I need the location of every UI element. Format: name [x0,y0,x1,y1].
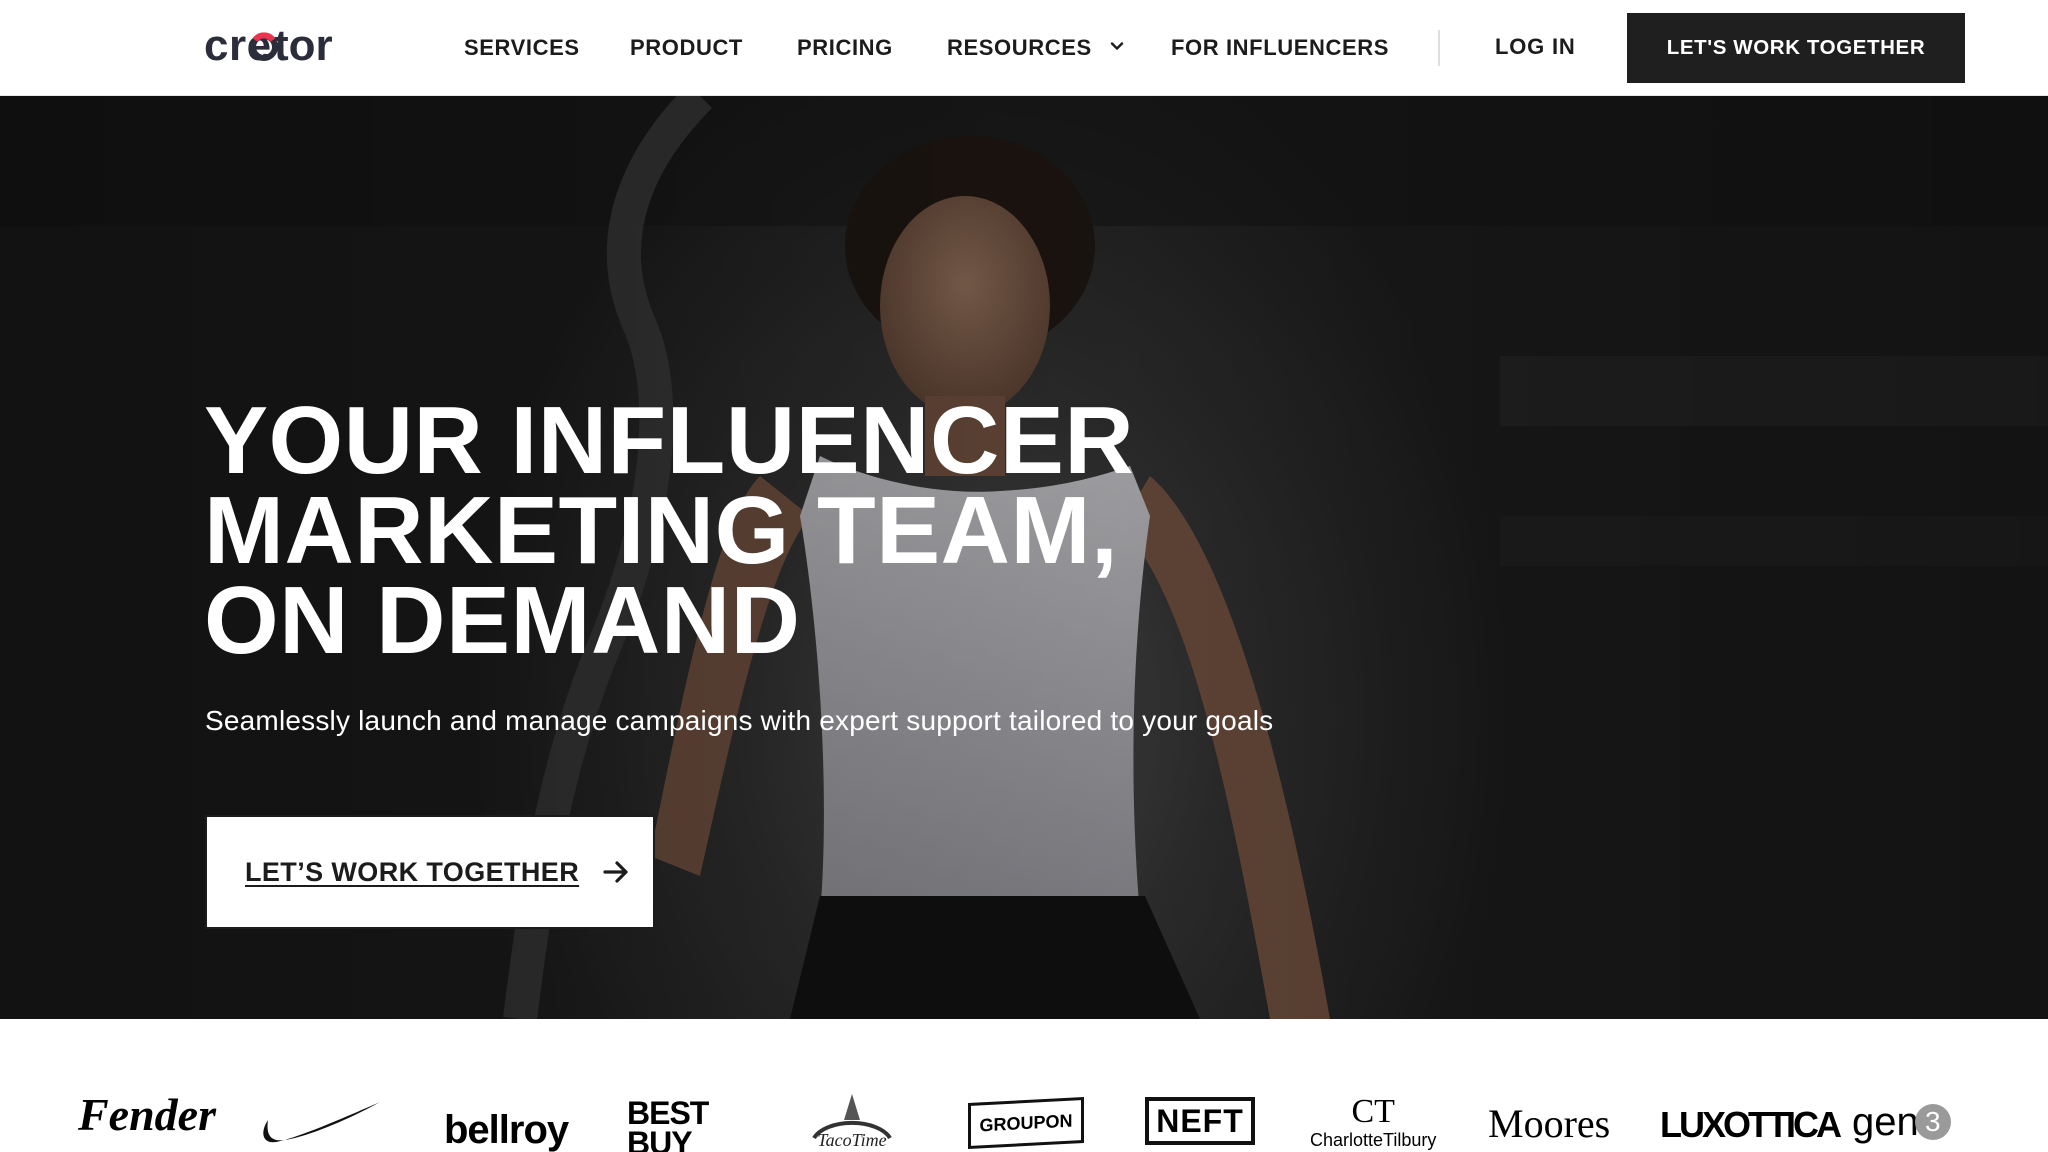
best-buy-line-2: BUY [627,1125,693,1152]
nav-product[interactable]: PRODUCT [630,34,743,62]
nav-resources-label: RESOURCES [947,35,1092,60]
hero-section: YOUR INFLUENCER MARKETING TEAM, ON DEMAN… [0,96,2048,1019]
hero-title: YOUR INFLUENCER MARKETING TEAM, ON DEMAN… [204,387,1135,674]
site-header: cre tor SERVICES PRODUCT PRICING RESOURC… [0,0,2048,96]
chevron-down-icon [1111,42,1124,50]
svg-text:cre: cre [204,24,272,68]
moores-logo: Moores [1488,1101,1611,1146]
nav-divider [1438,30,1440,66]
nav-for-influencers[interactable]: FOR INFLUENCERS [1171,34,1389,62]
luxottica-logo: LUXOTTICA [1660,1104,1842,1145]
gen3-number-badge: 3 [1914,1104,1951,1140]
creator-logo[interactable]: cre tor [204,24,380,68]
tacotime-text: TacoTime [817,1130,886,1150]
neft-text: NEFT [1156,1102,1244,1139]
bellroy-text: bellroy [444,1108,569,1152]
nav-resources[interactable]: RESOURCES [947,34,1124,62]
svg-text:tor: tor [274,24,333,68]
groupon-logo: GROUPON [968,1096,1084,1150]
tacotime-emblem: TacoTime [812,1094,892,1150]
hero-cta-button[interactable]: LET’S WORK TOGETHER [205,815,655,929]
hero-subtitle: Seamlessly launch and manage campaigns w… [205,705,1274,736]
gen3-logo: gen 3 [1852,1100,1951,1145]
nike-swoosh-logo [263,1102,380,1143]
groupon-text: GROUPON [979,1110,1073,1135]
hero-title-line-1: YOUR INFLUENCER [204,387,1135,494]
charlotte-tilbury-logo: CT CharlotteTilbury [1310,1093,1437,1151]
bellroy-logo: bellroy [444,1108,569,1152]
nav-services[interactable]: SERVICES [464,34,580,62]
login-link[interactable]: LOG IN [1495,33,1576,61]
gen3-text: gen [1852,1100,1919,1144]
charlotte-tilbury-name: CharlotteTilbury [1310,1130,1437,1150]
best-buy-logo: BEST BUY [627,1095,709,1152]
hero-title-line-2: MARKETING TEAM, [204,477,1119,584]
fender-logo: Fender [78,1089,216,1140]
neft-logo: NEFT [1145,1097,1255,1145]
header-cta-button[interactable]: LET'S WORK TOGETHER [1627,13,1965,83]
charlotte-tilbury-mark: CT [1351,1093,1395,1130]
nav-pricing[interactable]: PRICING [797,34,893,62]
arrow-right-icon [603,861,628,883]
tacotime-logo: TacoTime [804,1090,900,1152]
best-buy-line-1: BEST [627,1095,709,1131]
hero-title-line-3: ON DEMAND [204,567,801,674]
hero-cta-label: LET’S WORK TOGETHER [245,856,580,887]
